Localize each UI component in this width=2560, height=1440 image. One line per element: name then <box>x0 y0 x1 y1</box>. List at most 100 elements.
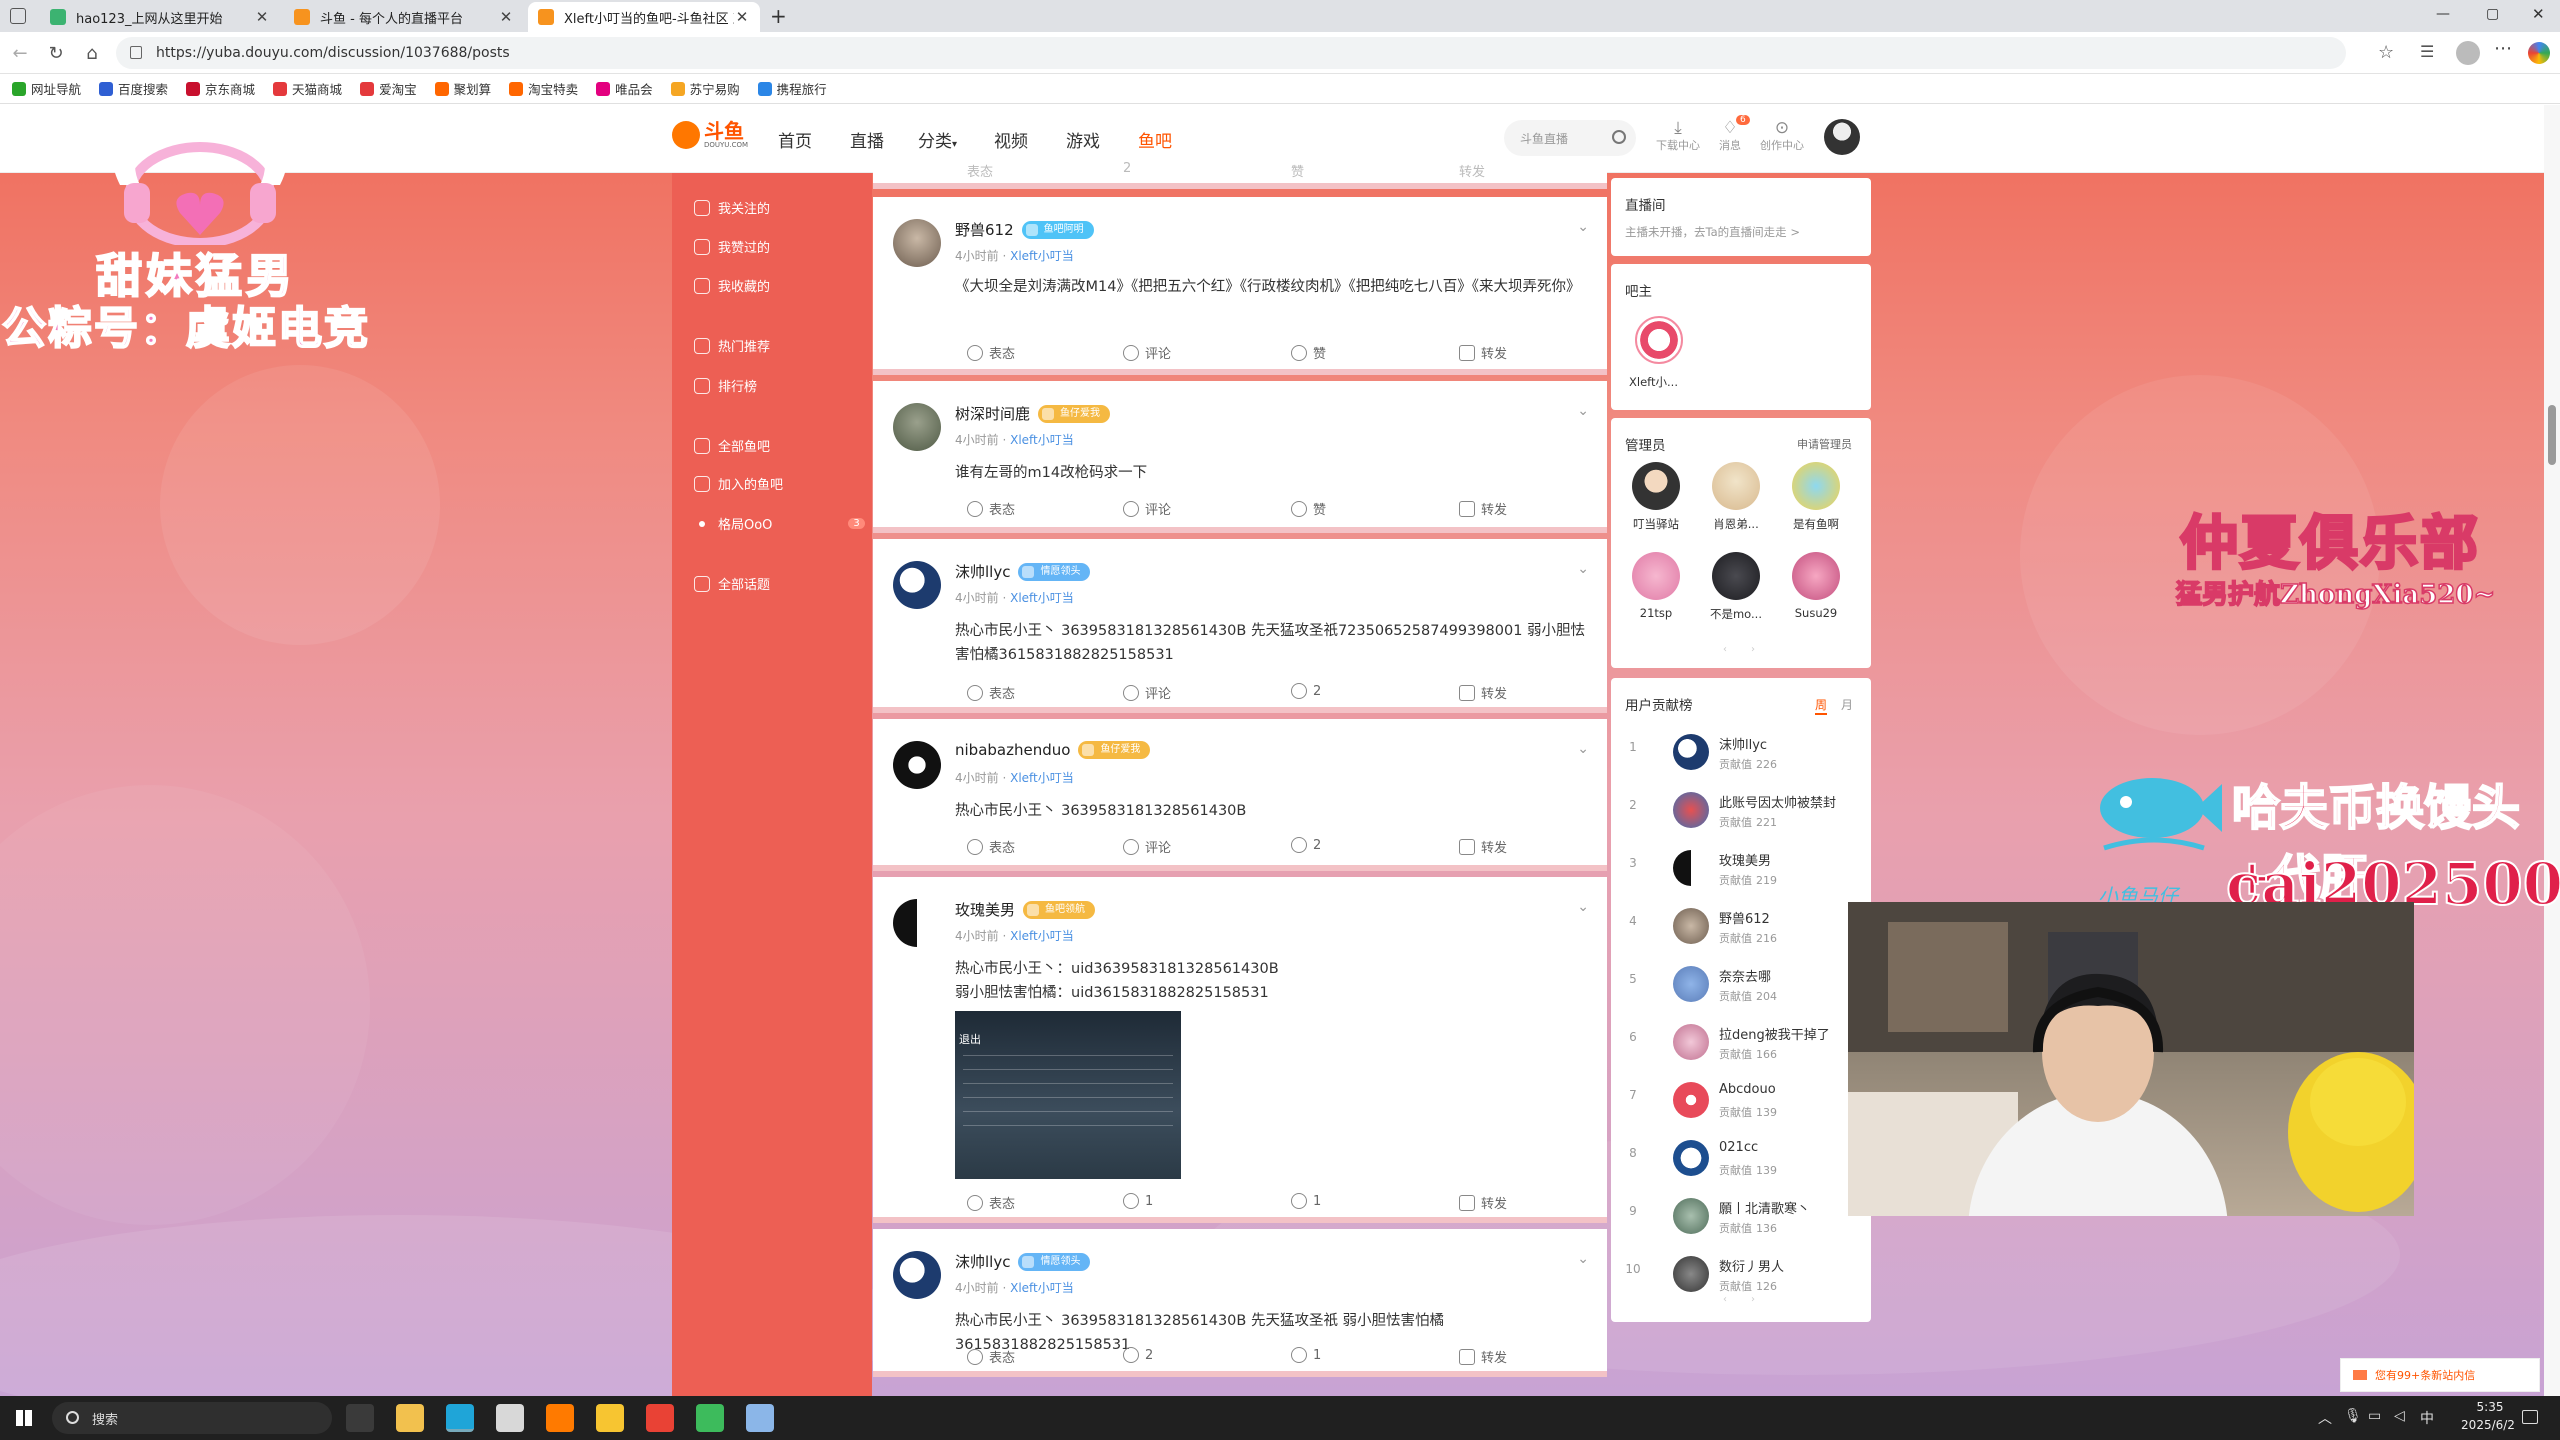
post-image[interactable]: 退出 <box>955 1011 1181 1179</box>
mail-app-icon[interactable] <box>496 1404 524 1432</box>
comment-button[interactable]: 1 <box>1123 1193 1153 1209</box>
live-room-status[interactable]: 主播未开播，去Ta的直播间走走 > <box>1625 224 1800 240</box>
ranking-item[interactable]: 10 数衍丿男人 贡献值 126 <box>1625 1246 1865 1300</box>
tab-week[interactable]: 周 <box>1815 696 1828 715</box>
user-avatar[interactable] <box>1824 119 1860 155</box>
owner-avatar[interactable] <box>1635 316 1683 364</box>
nav-category[interactable]: 分类▾ <box>918 127 957 152</box>
pager-prev-icon[interactable]: ‹ <box>1723 644 1727 655</box>
task-view-icon[interactable] <box>346 1404 374 1432</box>
network-icon[interactable]: ▭ <box>2368 1408 2381 1424</box>
sidebar-item[interactable]: 全部鱼吧 <box>694 436 770 455</box>
manager-item[interactable]: Susu29 <box>1781 552 1851 620</box>
post-card[interactable]: 沫帅llyc 情愿领头 4小时前 · Xleft小叮当 ⌄ 热心市民小王丶 363958… <box>873 1229 1607 1377</box>
post-bar-link[interactable]: Xleft小叮当 <box>1010 929 1074 943</box>
sidebar-item[interactable]: 我收藏的 <box>694 276 770 295</box>
share-button[interactable]: 转发 <box>1459 1193 1507 1212</box>
like-button[interactable]: 2 <box>1291 683 1321 699</box>
author-name[interactable]: nibabazhenduo <box>955 741 1070 759</box>
windows-start-icon[interactable] <box>16 1410 32 1426</box>
bookmark-item[interactable]: 百度搜索 <box>99 79 168 98</box>
like-button[interactable]: 赞 <box>1291 499 1326 518</box>
author-name[interactable]: 玫瑰美男 <box>955 899 1015 920</box>
author-name[interactable]: 树深时间鹿 <box>955 403 1030 424</box>
tray-chevron-icon[interactable]: ︿ <box>2318 1408 2332 1428</box>
favorites-icon[interactable]: ☆ <box>2378 42 2394 63</box>
url-field[interactable]: https://yuba.douyu.com/discussion/103768… <box>116 37 2346 69</box>
ranking-item[interactable]: 5 奈奈去哪 贡献值 204 <box>1625 956 1865 1010</box>
file-explorer-icon[interactable] <box>396 1404 424 1432</box>
react-button[interactable]: 表态 <box>967 837 1015 856</box>
react-button[interactable]: 表态 <box>967 161 993 180</box>
user-avatar[interactable] <box>893 219 941 267</box>
comment-button[interactable]: 2 <box>1123 161 1131 176</box>
share-button[interactable]: 转发 <box>1459 161 1485 180</box>
mail-notification[interactable]: 您有99+条新站内信 <box>2340 1358 2540 1392</box>
close-window-icon[interactable]: ✕ <box>2532 5 2545 23</box>
nav-video[interactable]: 视频 <box>994 127 1028 152</box>
creator-center[interactable]: ⊙ 创作中心 <box>1756 119 1808 153</box>
sidebar-item[interactable]: 我关注的 <box>694 198 770 217</box>
sidebar-item[interactable]: 热门推荐 <box>694 336 770 355</box>
pager-next-icon[interactable]: › <box>1751 644 1755 655</box>
messages[interactable]: ♢ 消息 6 <box>1704 115 1756 153</box>
react-button[interactable]: 表态 <box>967 683 1015 702</box>
chevron-down-icon[interactable]: ⌄ <box>1577 561 1589 577</box>
bookmark-item[interactable]: 京东商城 <box>186 79 255 98</box>
manager-item[interactable]: 叮当驿站 <box>1621 462 1691 532</box>
post-card[interactable]: nibabazhenduo 鱼仔爱我 4小时前 · Xleft小叮当 ⌄ 热心市民小王丶… <box>873 719 1607 871</box>
post-bar-link[interactable]: Xleft小叮当 <box>1010 591 1074 605</box>
user-avatar[interactable] <box>893 1251 941 1299</box>
chevron-down-icon[interactable]: ⌄ <box>1577 219 1589 235</box>
bookmark-item[interactable]: 唯品会 <box>596 79 653 98</box>
nav-game[interactable]: 游戏 <box>1066 127 1100 152</box>
comment-button[interactable]: 评论 <box>1123 837 1171 856</box>
reload-icon[interactable]: ↻ <box>44 41 68 65</box>
back-icon[interactable]: ← <box>8 41 32 65</box>
user-avatar[interactable] <box>893 561 941 609</box>
bookmark-item[interactable]: 天猫商城 <box>273 79 342 98</box>
note-app-icon[interactable] <box>746 1404 774 1432</box>
ranking-item[interactable]: 2 此账号因太帅被禁封 贡献值 221 <box>1625 782 1865 836</box>
close-icon[interactable]: ✕ <box>254 8 270 26</box>
comment-button[interactable]: 评论 <box>1123 499 1171 518</box>
chevron-down-icon[interactable]: ⌄ <box>1577 403 1589 419</box>
edge-icon[interactable] <box>446 1404 474 1432</box>
collections-icon[interactable]: ☰ <box>2420 42 2434 61</box>
close-icon[interactable]: ✕ <box>734 8 750 26</box>
share-button[interactable]: 转发 <box>1459 683 1507 702</box>
bookmark-item[interactable]: 网址导航 <box>12 79 81 98</box>
sidebar-item[interactable]: 排行榜 <box>694 376 757 395</box>
react-button[interactable]: 表态 <box>967 499 1015 518</box>
post-card[interactable]: 沫帅llyc 情愿领头 4小时前 · Xleft小叮当 ⌄ 热心市民小王丶 363958… <box>873 539 1607 713</box>
like-button[interactable]: 1 <box>1291 1347 1321 1363</box>
post-bar-link[interactable]: Xleft小叮当 <box>1010 771 1074 785</box>
sidebar-item[interactable]: 全部话题 <box>694 574 770 593</box>
scrollbar-thumb[interactable] <box>2548 405 2556 465</box>
maximize-icon[interactable]: ▢ <box>2486 6 2499 22</box>
nav-home[interactable]: 首页 <box>778 127 812 152</box>
share-button[interactable]: 转发 <box>1459 837 1507 856</box>
like-button[interactable]: 赞 <box>1291 343 1326 362</box>
chevron-down-icon[interactable]: ⌄ <box>1577 741 1589 757</box>
clock-time[interactable]: 5:35 <box>2460 1400 2520 1414</box>
taskbar-search[interactable]: 搜索 <box>52 1402 332 1434</box>
home-icon[interactable]: ⌂ <box>80 41 104 65</box>
bookmark-item[interactable]: 聚划算 <box>434 79 491 98</box>
pager-next-icon[interactable]: › <box>1751 1294 1755 1305</box>
user-avatar[interactable] <box>893 741 941 789</box>
react-button[interactable]: 表态 <box>967 1193 1015 1212</box>
douyu-app-icon[interactable] <box>546 1404 574 1432</box>
tab-hao123[interactable]: hao123_上网从这里开始 ✕ <box>40 2 280 32</box>
ranking-item[interactable]: 7 Abcdouo 贡献值 139 <box>1625 1072 1865 1126</box>
page-scrollbar[interactable] <box>2544 105 2560 1396</box>
more-icon[interactable]: ⋯ <box>2494 38 2512 59</box>
tab-douyu[interactable]: 斗鱼 - 每个人的直播平台 ✕ <box>284 2 524 32</box>
clock-date[interactable]: 2025/6/2 <box>2448 1418 2528 1432</box>
chevron-down-icon[interactable]: ⌄ <box>1577 1251 1589 1267</box>
bookmark-item[interactable]: 爱淘宝 <box>360 79 417 98</box>
manager-item[interactable]: 21tsp <box>1621 552 1691 620</box>
new-tab-icon[interactable]: + <box>770 4 787 28</box>
react-button[interactable]: 表态 <box>967 1347 1015 1366</box>
manager-item[interactable]: 是有鱼啊 <box>1781 462 1851 532</box>
